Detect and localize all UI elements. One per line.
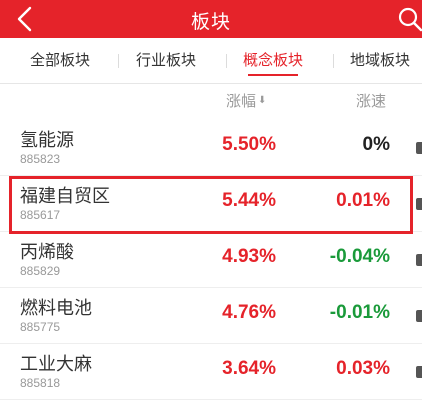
search-icon	[398, 7, 422, 32]
tab-divider	[118, 54, 119, 68]
change-percent: 4.76%	[222, 302, 276, 323]
scroll-edge-marker	[416, 142, 422, 154]
change-speed: -0.01%	[329, 302, 390, 323]
sector-code: 885818	[20, 376, 61, 390]
sector-name: 丙烯酸	[20, 242, 74, 263]
change-speed: -0.04%	[329, 246, 390, 267]
list-item[interactable]: 氢能源 885823 5.50% 0%	[0, 120, 422, 176]
top-bar: 板块	[0, 0, 422, 38]
search-button[interactable]	[396, 6, 422, 32]
change-speed: 0.03%	[336, 358, 390, 379]
sector-list-screen: 板块 全部板块 行业板块 概念板块 地域板块 涨幅 ⬇ 涨速 氢能源 885823…	[0, 0, 422, 404]
tab-divider	[333, 54, 334, 68]
change-column-header[interactable]: 涨幅 ⬇	[226, 90, 266, 111]
speed-column-header[interactable]: 涨速	[356, 90, 386, 111]
scroll-edge-marker	[416, 254, 422, 266]
sector-name: 工业大麻	[20, 354, 92, 375]
category-tabs: 全部板块 行业板块 概念板块 地域板块	[0, 38, 422, 84]
sector-code: 885829	[20, 264, 61, 278]
scroll-edge-marker	[416, 198, 422, 210]
sector-code: 885823	[20, 152, 61, 166]
change-percent: 3.64%	[222, 358, 276, 379]
list-item[interactable]: 工业大麻 885818 3.64% 0.03%	[0, 344, 422, 400]
arrow-down-icon: ⬇	[258, 95, 267, 106]
column-header: 涨幅 ⬇ 涨速	[0, 84, 422, 118]
change-speed: 0%	[362, 134, 390, 155]
sector-code: 885775	[20, 320, 61, 334]
tab-divider	[226, 54, 227, 68]
sector-name: 氢能源	[20, 130, 74, 151]
change-percent: 5.50%	[222, 134, 276, 155]
tab-concept-sectors[interactable]: 概念板块	[231, 38, 315, 83]
scroll-edge-marker	[416, 366, 422, 378]
tab-industry-sectors[interactable]: 行业板块	[124, 38, 208, 83]
page-title: 板块	[190, 11, 231, 33]
tab-region-sectors[interactable]: 地域板块	[338, 38, 422, 83]
scroll-edge-marker	[416, 310, 422, 322]
sector-name: 燃料电池	[20, 298, 92, 319]
change-percent: 4.93%	[222, 246, 276, 267]
row-divider	[0, 399, 422, 400]
highlight-frame	[9, 176, 413, 234]
list-item[interactable]: 丙烯酸 885829 4.93% -0.04%	[0, 232, 422, 288]
active-tab-indicator	[248, 74, 298, 76]
list-item[interactable]: 燃料电池 885775 4.76% -0.01%	[0, 288, 422, 344]
change-column-label: 涨幅	[226, 92, 257, 110]
tab-all-sectors[interactable]: 全部板块	[18, 38, 102, 83]
